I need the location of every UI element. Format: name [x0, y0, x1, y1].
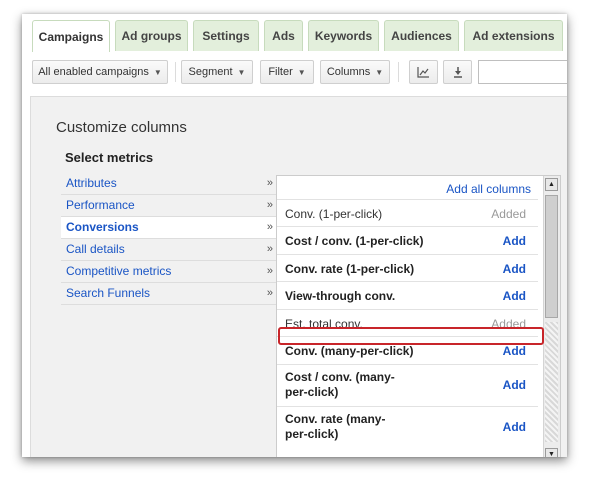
double-chevron-right-icon: » — [266, 243, 273, 255]
category-search-funnels[interactable]: Search Funnels » — [61, 283, 277, 305]
category-label: Competitive metrics — [66, 264, 172, 278]
tab-ads[interactable]: Ads — [264, 20, 303, 51]
metrics-scrollbar[interactable]: ▲ ▼ — [543, 176, 560, 457]
tab-keywords[interactable]: Keywords — [308, 20, 379, 51]
filter-label: Filter — [268, 66, 293, 78]
metric-row: Cost / conv. (many-per-click) Add — [277, 364, 538, 406]
metric-label: View-through conv. — [285, 289, 396, 303]
tab-audiences[interactable]: Audiences — [384, 20, 459, 51]
toolbar: All enabled campaigns ▼ Segment ▼ Filter… — [22, 52, 567, 96]
line-chart-icon — [417, 66, 429, 78]
adwords-window: Campaigns Ad groups Settings Ads Keyword… — [22, 14, 567, 457]
double-chevron-right-icon: » — [266, 221, 273, 233]
search-input[interactable] — [478, 60, 567, 84]
category-label: Attributes — [66, 176, 117, 190]
add-metric-button[interactable]: Add — [503, 420, 526, 434]
metric-label: Conv. rate (many-per-click) — [285, 412, 386, 441]
metric-row: Cost / conv. (1-per-click) Add — [277, 226, 538, 254]
add-metric-button[interactable]: Add — [503, 344, 526, 358]
category-label: Call details — [66, 242, 125, 256]
metric-label: Conv. rate (1-per-click) — [285, 262, 415, 276]
category-competitive-metrics[interactable]: Competitive metrics » — [61, 261, 277, 283]
metric-label: Conv. (many-per-click) — [285, 344, 414, 358]
add-metric-button[interactable]: Add — [503, 234, 526, 248]
double-chevron-right-icon: » — [266, 287, 273, 299]
metric-label: Cost / conv. (1-per-click) — [285, 234, 424, 248]
tab-ad-groups[interactable]: Ad groups — [115, 20, 188, 51]
metric-row: Conv. rate (1-per-click) Add — [277, 254, 538, 281]
tab-settings[interactable]: Settings — [193, 20, 259, 51]
chevron-down-icon: ▼ — [375, 67, 384, 77]
tab-campaigns[interactable]: Campaigns — [32, 20, 110, 52]
tab-bar: Campaigns Ad groups Settings Ads Keyword… — [22, 14, 567, 52]
category-call-details[interactable]: Call details » — [61, 239, 277, 261]
category-conversions[interactable]: Conversions » — [61, 217, 277, 239]
double-chevron-right-icon: » — [266, 199, 273, 211]
category-performance[interactable]: Performance » — [61, 195, 277, 217]
select-metrics-heading: Select metrics — [65, 150, 154, 165]
customize-columns-panel: Customize columns Select metrics Attribu… — [30, 96, 567, 457]
metric-label: Cost / conv. (many-per-click) — [285, 370, 395, 399]
metric-row: View-through conv. Add — [277, 281, 538, 309]
category-attributes[interactable]: Attributes » — [61, 173, 277, 195]
chevron-down-icon: ▼ — [153, 67, 162, 77]
add-metric-button[interactable]: Add — [503, 378, 526, 392]
metric-row: Conv. rate (many-per-click) Add — [277, 406, 538, 457]
toolbar-divider — [175, 62, 176, 82]
category-label: Conversions — [66, 220, 139, 234]
metric-row: Conv. (1-per-click) Added — [277, 199, 538, 226]
scrollbar-track[interactable] — [545, 322, 558, 442]
double-chevron-right-icon: » — [266, 177, 273, 189]
filter-dropdown[interactable]: Filter ▼ — [260, 60, 314, 84]
segment-label: Segment — [188, 66, 233, 78]
chevron-down-icon: ▼ — [237, 67, 246, 77]
toolbar-divider — [398, 62, 399, 82]
download-button[interactable] — [443, 60, 472, 84]
scrollbar-thumb[interactable] — [545, 195, 558, 318]
tab-ad-extensions[interactable]: Ad extensions — [464, 20, 563, 51]
metrics-list: Add all columns Conv. (1-per-click) Adde… — [276, 175, 561, 457]
category-label: Search Funnels — [66, 286, 151, 300]
chart-button[interactable] — [409, 60, 438, 84]
add-all-columns-link[interactable]: Add all columns — [446, 182, 531, 196]
columns-label: Columns — [326, 66, 371, 78]
panel-title: Customize columns — [56, 119, 187, 136]
metric-categories: Attributes » Performance » Conversions »… — [61, 173, 277, 305]
download-icon — [453, 67, 462, 78]
highlight-box — [278, 327, 544, 345]
chevron-down-icon: ▼ — [297, 67, 306, 77]
metric-label: Conv. (1-per-click) — [285, 207, 383, 221]
category-label: Performance — [66, 198, 135, 212]
scroll-down-arrow-icon[interactable]: ▼ — [545, 448, 558, 457]
scroll-up-arrow-icon[interactable]: ▲ — [545, 178, 558, 191]
segment-dropdown[interactable]: Segment ▼ — [181, 60, 253, 84]
columns-dropdown[interactable]: Columns ▼ — [320, 60, 390, 84]
metric-added-status: Added — [491, 207, 526, 221]
double-chevron-right-icon: » — [266, 265, 273, 277]
campaign-filter-dropdown[interactable]: All enabled campaigns ▼ — [32, 60, 168, 84]
campaign-filter-label: All enabled campaigns — [38, 66, 149, 78]
add-metric-button[interactable]: Add — [503, 262, 526, 276]
add-metric-button[interactable]: Add — [503, 289, 526, 303]
